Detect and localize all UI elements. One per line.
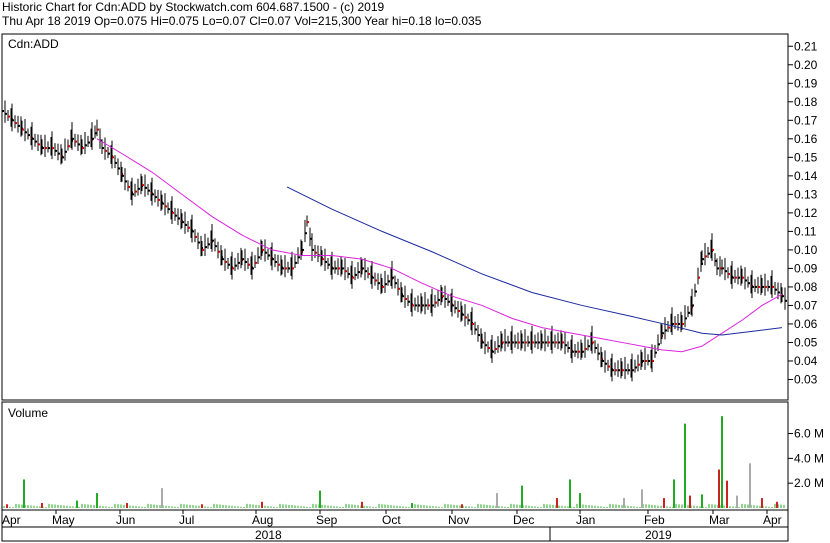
month-label: Nov: [448, 513, 469, 527]
price-tick-label: 0.09: [794, 261, 818, 275]
volume-tick-label: 6.0 M: [794, 427, 824, 441]
month-label: Mar: [709, 513, 730, 527]
month-label: Aug: [252, 513, 273, 527]
price-tick-label: 0.06: [794, 317, 818, 331]
price-tick-label: 0.15: [794, 150, 818, 164]
price-tick-label: 0.03: [794, 372, 818, 386]
price-tick-label: 0.12: [794, 206, 818, 220]
month-label: Feb: [644, 513, 665, 527]
price-tick-label: 0.18: [794, 95, 818, 109]
volume-tick-label: 4.0 M: [794, 451, 824, 465]
volume-axis: 6.0 M 4.0 M 2.0 M: [788, 427, 824, 490]
price-tick-label: 0.21: [794, 39, 818, 53]
price-panel-title: Cdn:ADD: [8, 37, 59, 51]
month-label: Jul: [179, 513, 194, 527]
month-label: Jun: [116, 513, 135, 527]
month-label: Jan: [576, 513, 595, 527]
price-axis: 0.21 0.20 0.19 0.18 0.17 0.16 0.15 0.14 0.13 0.12…: [788, 39, 818, 386]
price-tick-label: 0.11: [794, 224, 817, 238]
price-tick-label: 0.17: [794, 113, 818, 127]
volume-panel-title: Volume: [8, 406, 48, 420]
month-label: Oct: [382, 513, 401, 527]
price-tick-label: 0.10: [794, 243, 818, 257]
volume-panel: [1, 401, 789, 511]
month-label: May: [52, 513, 75, 527]
price-tick-label: 0.19: [794, 76, 818, 90]
volume-tick-label: 2.0 M: [794, 476, 824, 490]
price-tick-label: 0.16: [794, 132, 818, 146]
price-tick-label: 0.05: [794, 335, 818, 349]
price-tick-label: 0.04: [794, 354, 818, 368]
price-tick-label: 0.08: [794, 280, 818, 294]
chart-svg: Cdn:ADD Volume 0.210.200.190.180.170.160…: [1, 33, 824, 542]
price-tick-label: 0.13: [794, 187, 818, 201]
price-tick-label: 0.14: [794, 169, 818, 183]
price-panel: [1, 33, 789, 401]
month-label: Sep: [316, 513, 338, 527]
year-label: 2018: [255, 528, 282, 542]
price-tick-label: 0.20: [794, 58, 818, 72]
price-tick-label: 0.07: [794, 298, 818, 312]
month-label: Apr: [2, 513, 21, 527]
month-label: Apr: [763, 513, 782, 527]
month-label: Dec: [513, 513, 534, 527]
year-label: 2019: [645, 528, 672, 542]
